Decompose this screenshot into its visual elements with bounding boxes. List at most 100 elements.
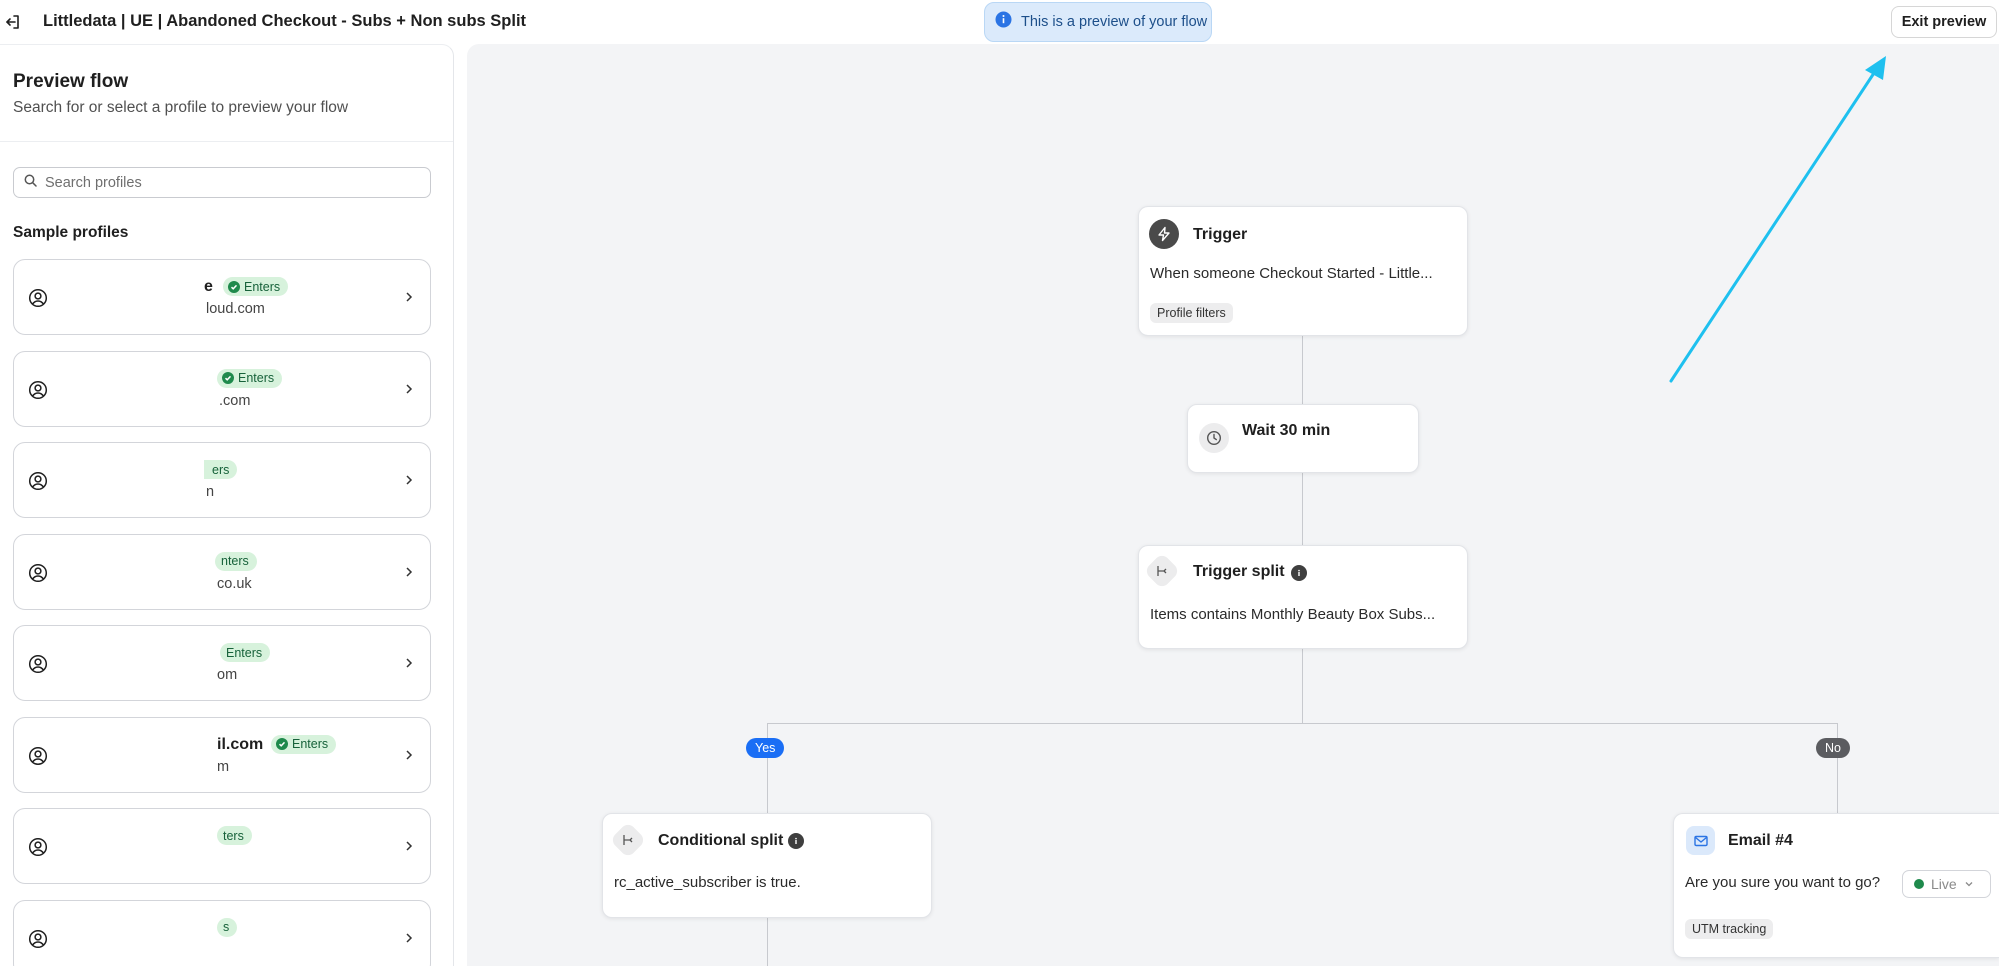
connector-line [767, 918, 768, 966]
chevron-right-icon [406, 292, 413, 302]
top-bar: Littledata | UE | Abandoned Checkout - S… [0, 0, 1999, 44]
chevron-right-icon [406, 749, 413, 760]
chevron-right-icon [406, 475, 413, 485]
check-icon [222, 372, 234, 384]
profile-card[interactable]: s [13, 899, 431, 966]
clock-icon [1199, 423, 1229, 453]
profile-card[interactable]: Enters .com [13, 350, 431, 427]
no-branch-label: No [1816, 738, 1850, 758]
yes-branch-label: Yes [746, 738, 785, 758]
badge-label: Enters [244, 279, 281, 294]
profile-avatar-icon [28, 654, 48, 674]
info-icon[interactable] [788, 833, 804, 849]
enters-badge: Enters [217, 368, 283, 388]
node-description: Items contains Monthly Beauty Box Subs..… [1150, 606, 1436, 623]
enters-badge: nters [215, 551, 257, 571]
exit-flow-icon[interactable] [2, 11, 24, 33]
info-icon[interactable] [1291, 565, 1307, 581]
node-title: Wait 30 min [1242, 422, 1331, 439]
split-icon [609, 821, 647, 859]
chevron-right-icon [406, 383, 413, 394]
chevron-right-icon [406, 932, 413, 943]
chevron-right-icon [406, 658, 413, 668]
profile-card[interactable]: ers n [13, 442, 431, 518]
node-title: Trigger split [1193, 563, 1285, 580]
conditional-split-node[interactable]: Conditional split rc_active_subscriber i… [602, 813, 932, 918]
connector-line [1302, 649, 1303, 723]
status-label: Live [1931, 876, 1957, 892]
enters-badge: s [217, 917, 238, 937]
profile-card[interactable]: e Enters loud.com [13, 259, 431, 335]
check-icon [276, 738, 288, 750]
node-title: Conditional split [658, 832, 784, 849]
profile-avatar-icon [28, 837, 48, 857]
search-icon [24, 174, 37, 192]
lightning-icon [1149, 219, 1179, 249]
split-icon [1143, 552, 1181, 590]
search-profiles-input[interactable] [45, 174, 415, 191]
node-title: Trigger [1193, 226, 1248, 243]
badge-label: Enters [226, 645, 263, 660]
badge-label: ers [212, 462, 230, 477]
sidebar-subtitle: Search for or select a profile to previe… [13, 99, 349, 116]
profile-avatar-icon [28, 929, 48, 948]
check-icon [228, 280, 240, 293]
email-status-select[interactable]: Live [1902, 870, 1991, 898]
profile-card[interactable]: nters co.uk [13, 533, 431, 610]
sidebar-title: Preview flow [13, 71, 129, 92]
search-profiles-field[interactable] [13, 167, 431, 198]
node-title: Email #4 [1728, 832, 1793, 849]
enters-badge: ters [217, 826, 252, 845]
chevron-down-icon [1965, 882, 1973, 887]
badge-label: ters [223, 828, 244, 843]
profile-avatar-icon [28, 563, 48, 582]
enters-badge: Enters [271, 734, 337, 754]
wait-node[interactable]: Wait 30 min [1187, 404, 1419, 473]
sample-profiles-heading: Sample profiles [13, 224, 129, 241]
utm-tracking-tag: UTM tracking [1685, 919, 1774, 939]
profile-email: co.uk [217, 575, 252, 592]
badge-label: Enters [292, 737, 329, 751]
chevron-right-icon [406, 566, 413, 577]
profile-email: .com [219, 392, 251, 409]
profile-list: e Enters loud.com Enters .com ers n nter… [13, 259, 431, 966]
node-description: When someone Checkout Started - Little..… [1150, 265, 1433, 282]
badge-label: Enters [238, 371, 275, 385]
profile-avatar-icon [28, 471, 48, 491]
mail-icon [1686, 826, 1715, 855]
enters-badge: Enters [220, 643, 271, 662]
node-description: rc_active_subscriber is true. [614, 874, 801, 891]
live-status-dot [1914, 879, 1924, 889]
enters-badge: Enters [223, 277, 289, 296]
info-icon [995, 11, 1012, 33]
profile-email: om [217, 667, 238, 683]
preview-sidebar: Preview flow Search for or select a prof… [0, 44, 454, 966]
profile-email: m [217, 758, 230, 775]
chevron-right-icon [406, 841, 413, 851]
badge-label: nters [221, 554, 249, 568]
profile-name: il.com [217, 735, 264, 753]
profile-avatar-icon [28, 288, 48, 308]
preview-banner: This is a preview of your flow [984, 2, 1212, 42]
trigger-split-node[interactable]: Trigger split Items contains Monthly Bea… [1138, 545, 1468, 649]
profile-email: loud.com [206, 301, 265, 317]
connector-line [767, 723, 1838, 724]
connector-line [1302, 473, 1303, 545]
enters-badge: ers [204, 460, 238, 479]
profile-filters-tag: Profile filters [1150, 303, 1233, 323]
node-description: Are you sure you want to go? [1685, 874, 1881, 891]
profile-name: e [204, 278, 213, 295]
profile-card[interactable]: il.com Enters m [13, 716, 431, 793]
badge-label: s [223, 920, 230, 934]
profile-avatar-icon [28, 380, 48, 399]
connector-line [1837, 723, 1838, 813]
profile-avatar-icon [28, 746, 48, 765]
profile-email: n [206, 484, 215, 500]
exit-preview-button[interactable]: Exit preview [1891, 6, 1997, 38]
profile-card[interactable]: Enters om [13, 625, 431, 701]
annotation-arrow [1669, 56, 1886, 383]
preview-banner-text: This is a preview of your flow [1021, 14, 1208, 30]
flow-title: Littledata | UE | Abandoned Checkout - S… [43, 12, 527, 30]
profile-card[interactable]: ters [13, 808, 431, 884]
trigger-node[interactable]: Trigger When someone Checkout Started - … [1138, 206, 1468, 336]
